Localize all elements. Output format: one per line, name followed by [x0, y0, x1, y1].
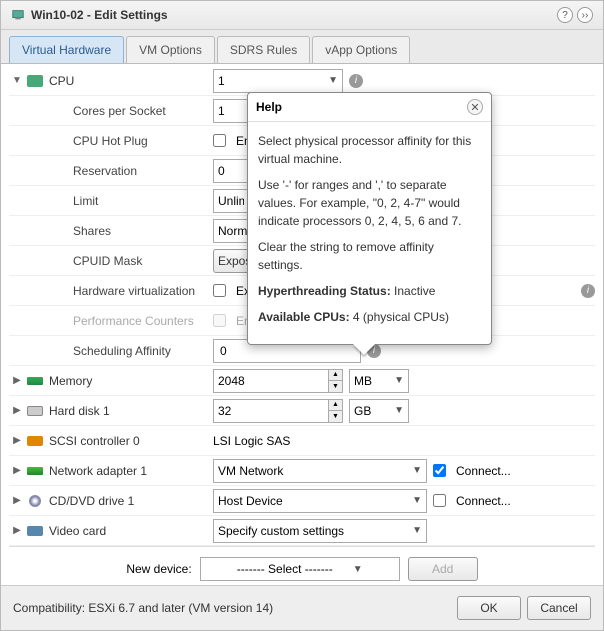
tooltip-p1: Select physical processor affinity for t… — [258, 132, 481, 168]
tooltip-p3: Clear the string to remove affinity sett… — [258, 238, 481, 274]
compatibility-text: Compatibility: ESXi 6.7 and later (VM ve… — [13, 601, 451, 615]
net-twisty[interactable]: ▶ — [9, 465, 25, 476]
disk-unit-select[interactable]: GB▼ — [349, 399, 409, 423]
disk-input[interactable] — [214, 400, 328, 422]
video-select[interactable]: Specify custom settings▼ — [213, 519, 427, 543]
help-tooltip: Help ✕ Select physical processor affinit… — [247, 92, 492, 345]
memory-unit-select[interactable]: MB▼ — [349, 369, 409, 393]
network-label: Network adapter 1 — [45, 464, 213, 478]
ok-button[interactable]: OK — [457, 596, 521, 620]
tooltip-p2: Use '-' for ranges and ',' to separate v… — [258, 176, 481, 230]
reservation-label: Reservation — [45, 164, 213, 178]
cd-connect-label: Connect... — [456, 494, 511, 508]
network-select[interactable]: VM Network▼ — [213, 459, 427, 483]
disk-icon — [27, 406, 43, 416]
tooltip-cpu-value: 4 (physical CPUs) — [350, 310, 449, 324]
vm-icon — [11, 8, 25, 22]
video-icon — [27, 526, 43, 536]
hwvirt-label: Hardware virtualization — [45, 284, 213, 298]
cpu-label: CPU — [45, 74, 213, 88]
spin-up[interactable]: ▲ — [328, 400, 342, 411]
scsi-label: SCSI controller 0 — [45, 434, 213, 448]
spin-down[interactable]: ▼ — [328, 381, 342, 392]
video-twisty[interactable]: ▶ — [9, 525, 25, 536]
tab-vm-options[interactable]: VM Options — [126, 36, 215, 63]
network-connect-label: Connect... — [456, 464, 511, 478]
hwvirt-checkbox[interactable] — [213, 284, 226, 297]
memory-label: Memory — [45, 374, 213, 388]
scsi-icon — [27, 436, 43, 446]
tab-sdrs-rules[interactable]: SDRS Rules — [217, 36, 310, 63]
reservation-input[interactable] — [214, 160, 248, 182]
limit-label: Limit — [45, 194, 213, 208]
memory-icon — [27, 377, 43, 385]
perf-checkbox — [213, 314, 226, 327]
tooltip-title: Help — [256, 100, 467, 114]
popout-button[interactable]: ›› — [577, 7, 593, 23]
spin-up[interactable]: ▲ — [328, 370, 342, 381]
memory-twisty[interactable]: ▶ — [9, 375, 25, 386]
new-device-label: New device: — [126, 562, 191, 576]
spin-down[interactable]: ▼ — [328, 411, 342, 422]
tooltip-cpu-label: Available CPUs: — [258, 310, 350, 324]
new-device-select[interactable]: ------- Select -------▼ — [200, 557, 400, 581]
info-icon[interactable]: i — [581, 284, 595, 298]
cd-label: CD/DVD drive 1 — [45, 494, 213, 508]
network-connect-checkbox[interactable] — [433, 464, 446, 477]
cpu-count-select[interactable]: 1▼ — [213, 69, 343, 93]
shares-label: Shares — [45, 224, 213, 238]
cores-label: Cores per Socket — [45, 104, 213, 118]
tooltip-close-button[interactable]: ✕ — [467, 99, 483, 115]
disk-twisty[interactable]: ▶ — [9, 405, 25, 416]
tooltip-ht-value: Inactive — [391, 284, 436, 298]
network-icon — [27, 467, 43, 475]
hotplug-checkbox[interactable] — [213, 134, 226, 147]
help-button[interactable]: ? — [557, 7, 573, 23]
window-title: Win10-02 - Edit Settings — [31, 8, 557, 22]
cpu-icon — [27, 75, 43, 87]
add-button[interactable]: Add — [408, 557, 478, 581]
limit-input[interactable] — [214, 190, 248, 212]
cd-icon — [29, 495, 41, 507]
affinity-label: Scheduling Affinity — [45, 344, 213, 358]
hotplug-label: CPU Hot Plug — [45, 134, 213, 148]
scsi-twisty[interactable]: ▶ — [9, 435, 25, 446]
tab-virtual-hardware[interactable]: Virtual Hardware — [9, 36, 124, 63]
tooltip-ht-label: Hyperthreading Status: — [258, 284, 391, 298]
cd-select[interactable]: Host Device▼ — [213, 489, 427, 513]
cd-twisty[interactable]: ▶ — [9, 495, 25, 506]
cpuid-label: CPUID Mask — [45, 254, 213, 268]
cpu-twisty[interactable]: ▼ — [9, 75, 25, 86]
perf-label: Performance Counters — [45, 314, 213, 328]
video-label: Video card — [45, 524, 213, 538]
info-icon[interactable]: i — [349, 74, 363, 88]
disk-label: Hard disk 1 — [45, 404, 213, 418]
tab-vapp-options[interactable]: vApp Options — [312, 36, 410, 63]
memory-input[interactable] — [214, 370, 328, 392]
cancel-button[interactable]: Cancel — [527, 596, 591, 620]
cd-connect-checkbox[interactable] — [433, 494, 446, 507]
scsi-value: LSI Logic SAS — [213, 434, 290, 448]
